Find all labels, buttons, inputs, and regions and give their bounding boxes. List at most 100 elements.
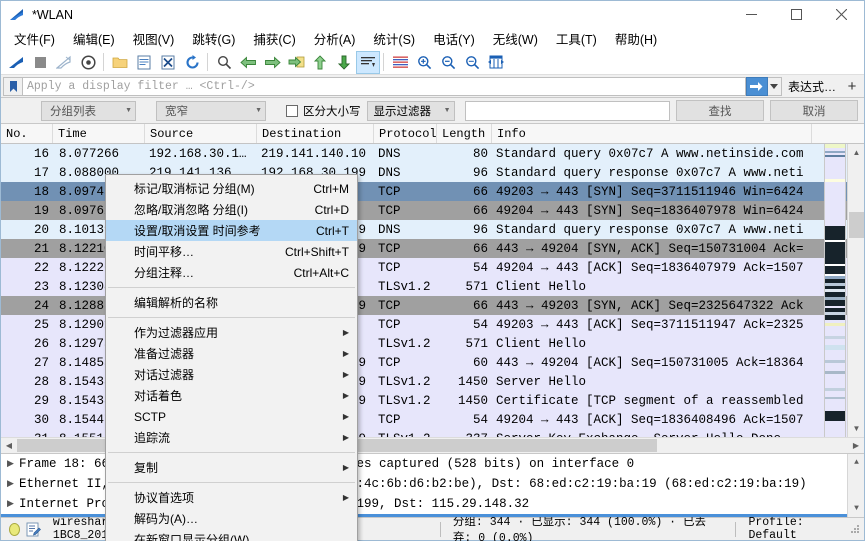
menu-tools[interactable]: 工具(T) xyxy=(547,27,606,51)
column-header-time[interactable]: Time xyxy=(53,124,145,143)
detail-vertical-scrollbar[interactable]: ▲ ▼ xyxy=(847,454,864,517)
cell-len: 66 xyxy=(472,184,488,199)
menu-file[interactable]: 文件(F) xyxy=(5,27,64,51)
context-menu-item-time-shift[interactable]: 时间平移… Ctrl+Shift+T xyxy=(106,241,357,262)
go-forward-icon[interactable] xyxy=(260,51,284,74)
scroll-left-arrow-icon[interactable]: ◀ xyxy=(1,438,17,453)
menu-item-label: SCTP xyxy=(134,409,167,424)
column-header-destination[interactable]: Destination xyxy=(257,124,374,143)
column-header-no[interactable]: No. xyxy=(1,124,53,143)
detail-scroll-down-arrow-icon[interactable]: ▼ xyxy=(848,500,864,517)
expand-triangle-icon[interactable]: ▶ xyxy=(7,459,19,469)
cell-proto: TCP xyxy=(378,355,401,370)
scroll-down-arrow-icon[interactable]: ▼ xyxy=(848,420,864,437)
window-controls xyxy=(729,1,864,28)
context-menu-item-conversation-filter[interactable]: 对话过滤器 ▶ xyxy=(106,364,357,385)
context-menu-item-copy[interactable]: 复制 ▶ xyxy=(106,457,357,478)
go-last-packet-icon[interactable] xyxy=(332,51,356,74)
intelligent-scrollbar-minimap[interactable] xyxy=(824,144,846,437)
menu-go[interactable]: 跳转(G) xyxy=(183,27,244,51)
menu-view[interactable]: 视图(V) xyxy=(124,27,184,51)
context-menu-item-edit-resolved-name[interactable]: 编辑解析的名称 xyxy=(106,292,357,313)
detail-scroll-up-arrow-icon[interactable]: ▲ xyxy=(848,454,864,471)
narrow-wide-dropdown[interactable]: 宽窄 ▼ xyxy=(156,100,266,121)
capture-options-icon[interactable] xyxy=(76,51,100,74)
context-menu-item-ignore-unignore-packet[interactable]: 忽略/取消忽略 分组(I) Ctrl+D xyxy=(106,199,357,220)
case-sensitive-checkbox[interactable]: 区分大小写 xyxy=(286,103,361,119)
add-filter-button[interactable]: + xyxy=(842,77,862,96)
go-first-packet-icon[interactable] xyxy=(308,51,332,74)
menu-statistics[interactable]: 统计(S) xyxy=(364,27,424,51)
scrollbar-thumb[interactable] xyxy=(849,212,864,238)
menu-help[interactable]: 帮助(H) xyxy=(606,27,666,51)
context-menu-item-follow-stream[interactable]: 追踪流 ▶ xyxy=(106,427,357,448)
find-search-input[interactable] xyxy=(464,100,670,121)
save-file-icon[interactable] xyxy=(132,51,156,74)
zoom-out-icon[interactable] xyxy=(436,51,460,74)
apply-filter-button[interactable] xyxy=(745,76,768,96)
start-capture-icon[interactable] xyxy=(4,51,28,74)
table-row[interactable]: 16 8.077266 192.168.30.1… 219.141.140.10 DNS… xyxy=(1,144,864,163)
packet-list-vertical-scrollbar[interactable]: ▲ ▼ xyxy=(847,144,864,437)
find-packet-icon[interactable] xyxy=(212,51,236,74)
resize-columns-icon[interactable] xyxy=(484,51,508,74)
maximize-button[interactable] xyxy=(774,1,819,28)
zoom-in-icon[interactable] xyxy=(412,51,436,74)
context-menu-item-decode-as[interactable]: 解码为(A)… xyxy=(106,508,357,529)
close-button[interactable] xyxy=(819,1,864,28)
scroll-right-arrow-icon[interactable]: ▶ xyxy=(848,438,864,453)
open-file-icon[interactable] xyxy=(108,51,132,74)
minimize-button[interactable] xyxy=(729,1,774,28)
go-to-packet-icon[interactable] xyxy=(284,51,308,74)
profile-label[interactable]: Profile: Default xyxy=(748,516,842,541)
expand-triangle-icon[interactable]: ▶ xyxy=(7,479,19,489)
filter-history-dropdown-icon[interactable] xyxy=(767,76,782,96)
autoscroll-icon[interactable] xyxy=(356,50,380,74)
search-in-dropdown[interactable]: 分组列表 ▼ xyxy=(41,100,136,121)
context-menu-item-colorize-conversation[interactable]: 对话着色 ▶ xyxy=(106,385,357,406)
column-header-source[interactable]: Source xyxy=(145,124,257,143)
filter-type-dropdown[interactable]: 显示过滤器 ▼ xyxy=(366,100,455,121)
context-menu-item-set-unset-time-reference[interactable]: 设置/取消设置 时间参考 Ctrl+T xyxy=(106,220,357,241)
context-menu-item-mark-unmark-packet[interactable]: 标记/取消标记 分组(M) Ctrl+M xyxy=(106,178,357,199)
column-header-protocol[interactable]: Protocol xyxy=(374,124,437,143)
go-back-icon[interactable] xyxy=(236,51,260,74)
capture-comment-icon[interactable] xyxy=(26,522,41,537)
menu-wireless[interactable]: 无线(W) xyxy=(484,27,547,51)
context-menu-item-show-packet-in-new-window[interactable]: 在新窗口显示分组(W) xyxy=(106,529,357,541)
menu-analyze[interactable]: 分析(A) xyxy=(305,27,365,51)
packet-context-menu[interactable]: 标记/取消标记 分组(M) Ctrl+M 忽略/取消忽略 分组(I) Ctrl+D 设置… xyxy=(105,174,358,541)
cell-src: 192.168.30.1… xyxy=(149,146,247,161)
colorize-icon[interactable] xyxy=(388,51,412,74)
separator-dot: · xyxy=(517,516,525,529)
submenu-arrow-icon: ▶ xyxy=(342,370,349,379)
expert-info-circle-icon[interactable] xyxy=(9,522,20,536)
context-menu-item-sctp[interactable]: SCTP ▶ xyxy=(106,406,357,427)
minimap-segment xyxy=(825,363,845,371)
display-filter-input[interactable]: Apply a display filter … <Ctrl-/> xyxy=(22,76,746,96)
minimap-segment xyxy=(825,242,845,264)
scroll-up-arrow-icon[interactable]: ▲ xyxy=(848,144,864,161)
menu-capture[interactable]: 捕获(C) xyxy=(244,27,304,51)
context-menu-item-packet-comment[interactable]: 分组注释… Ctrl+Alt+C xyxy=(106,262,357,283)
menu-telephony[interactable]: 电话(Y) xyxy=(424,27,484,51)
zoom-reset-icon[interactable] xyxy=(460,51,484,74)
context-menu-item-prepare-a-filter[interactable]: 准备过滤器 ▶ xyxy=(106,343,357,364)
column-header-info[interactable]: Info xyxy=(492,124,812,143)
menu-edit[interactable]: 编辑(E) xyxy=(64,27,124,51)
restart-capture-icon[interactable] xyxy=(52,51,76,74)
cell-info: 443 → 49203 [SYN, ACK] Seq=2325647322 Ac… xyxy=(496,298,804,313)
filter-bookmark-icon[interactable] xyxy=(3,76,22,96)
find-button[interactable]: 查找 xyxy=(676,100,764,121)
column-header-length[interactable]: Length xyxy=(437,124,492,143)
cancel-find-button[interactable]: 取消 xyxy=(770,100,858,121)
context-menu-item-apply-as-filter[interactable]: 作为过滤器应用 ▶ xyxy=(106,322,357,343)
resize-grip-icon[interactable] xyxy=(848,522,860,536)
stop-capture-icon[interactable] xyxy=(28,51,52,74)
cell-info: 443 → 49204 [ACK] Seq=150731005 Ack=1836… xyxy=(496,355,804,370)
filter-expression-button[interactable]: 表达式… xyxy=(782,77,842,96)
expand-triangle-icon[interactable]: ▶ xyxy=(7,499,19,509)
reload-file-icon[interactable] xyxy=(180,51,204,74)
context-menu-item-protocol-preferences[interactable]: 协议首选项 ▶ xyxy=(106,487,357,508)
close-file-icon[interactable] xyxy=(156,51,180,74)
